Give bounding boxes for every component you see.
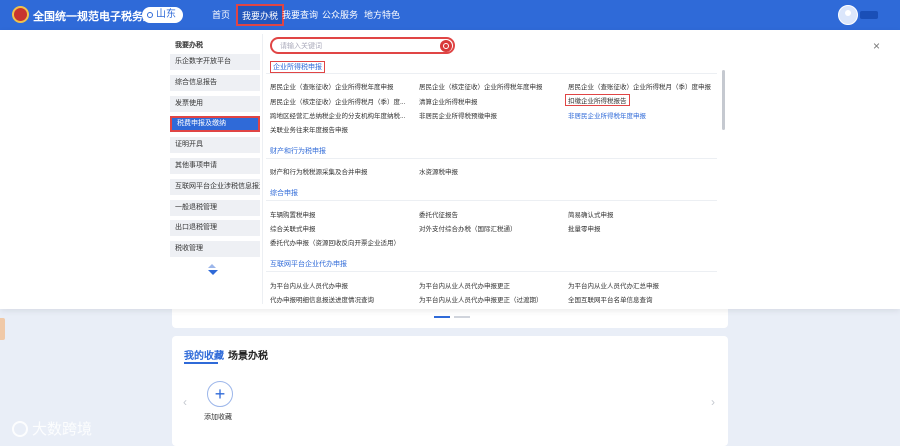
- sidebar-item[interactable]: 发票使用: [170, 96, 260, 112]
- menu-link[interactable]: 委托代办申报（资源回收反向开票企业适用）: [270, 237, 400, 247]
- menu-link[interactable]: 车辆购置税申报: [270, 209, 316, 219]
- menu-link[interactable]: 批量零申报: [568, 223, 601, 233]
- menu-link[interactable]: 委托代征报告: [419, 209, 458, 219]
- sidebar-item[interactable]: 证明开具: [170, 137, 260, 153]
- watermark-logo-icon: [12, 420, 28, 437]
- menu-link[interactable]: 为平台内从业人员代办申报: [270, 280, 348, 290]
- region-selector[interactable]: 山东: [142, 7, 183, 23]
- sidebar-item[interactable]: 税收管理: [170, 241, 260, 257]
- menu-search-input[interactable]: [280, 40, 430, 52]
- menu-link[interactable]: 非居民企业所得税年度申报: [568, 110, 646, 120]
- tab-scenario-tax[interactable]: 场景办税: [228, 347, 268, 362]
- nav-public-service[interactable]: 公众服务: [322, 0, 358, 30]
- location-pin-icon: [147, 12, 153, 18]
- region-label: 山东: [156, 9, 176, 20]
- nav-home[interactable]: 首页: [212, 0, 230, 30]
- sidebar-item[interactable]: 出口退税管理: [170, 220, 260, 236]
- section-divider: [266, 158, 717, 159]
- site-title[interactable]: 全国统一规范电子税务局: [33, 8, 154, 24]
- menu-link[interactable]: 财产和行为税税源采集及合并申报: [270, 166, 368, 176]
- watermark: 大数跨境: [12, 418, 92, 439]
- section-title: 企业所得税申报: [270, 61, 325, 73]
- arrow-left-icon[interactable]: ‹: [183, 395, 187, 409]
- add-favorite-label: 添加收藏: [204, 414, 232, 421]
- menu-link[interactable]: 代办申报明细信息报送进度情况查询: [270, 294, 374, 304]
- menu-link[interactable]: 居民企业（核定征收）企业所得税月（季）度...: [270, 96, 405, 106]
- nav-tax-handling[interactable]: 我要办税: [236, 4, 285, 26]
- username[interactable]: [860, 11, 878, 19]
- panel-divider: [262, 34, 263, 304]
- section-title: 综合申报: [270, 190, 298, 197]
- tab-my-favorites[interactable]: 我的收藏: [184, 347, 224, 362]
- menu-category-title: 我要办税: [175, 42, 203, 49]
- scroll-up-icon[interactable]: [208, 264, 216, 268]
- side-float-tab[interactable]: [0, 318, 5, 340]
- scroll-down-icon[interactable]: [208, 270, 218, 275]
- menu-link[interactable]: 清算企业所得税申报: [419, 96, 478, 106]
- section-title: 互联网平台企业代办申报: [270, 261, 347, 268]
- sidebar-item[interactable]: 一般退税管理: [170, 200, 260, 216]
- sidebar-item[interactable]: 综合信息报告: [170, 75, 260, 91]
- section-divider: [266, 271, 717, 272]
- carousel-dots[interactable]: [434, 316, 470, 318]
- close-icon[interactable]: ×: [873, 39, 880, 53]
- nav-query[interactable]: 我要查询: [282, 0, 318, 30]
- menu-link[interactable]: 综合关联式申报: [270, 223, 316, 233]
- sidebar-item[interactable]: 乐企数字开放平台: [170, 54, 260, 70]
- add-favorite-button[interactable]: +: [207, 381, 233, 407]
- sidebar-item[interactable]: 互联网平台企业涉税信息报送: [170, 179, 260, 195]
- menu-link[interactable]: 跨地区经营汇总纳税企业的分支机构年度纳税...: [270, 110, 405, 120]
- menu-link[interactable]: 为平台内从业人员代办汇总申报: [568, 280, 659, 290]
- menu-link[interactable]: 关联业务往来年度报告申报: [270, 124, 348, 134]
- sidebar-item[interactable]: 其他事项申请: [170, 158, 260, 174]
- section-divider: [266, 73, 717, 74]
- search-icon[interactable]: [440, 40, 452, 52]
- menu-link[interactable]: 水资源税申报: [419, 166, 458, 176]
- menu-link[interactable]: 居民企业（查账征收）企业所得税年度申报: [270, 81, 394, 91]
- section-divider: [266, 200, 717, 201]
- menu-link-withholding-report[interactable]: 扣缴企业所得税报告: [565, 94, 630, 106]
- tax-emblem-icon: [12, 6, 29, 23]
- top-navbar: 全国统一规范电子税务局 山东 首页 我要办税 我要查询 公众服务 地方特色: [0, 0, 900, 30]
- nav-local-features[interactable]: 地方特色: [364, 0, 400, 30]
- user-avatar[interactable]: [838, 5, 858, 25]
- menu-link[interactable]: 为平台内从业人员代办申报更正（过渡期）: [419, 294, 543, 304]
- arrow-right-icon[interactable]: ›: [711, 395, 715, 409]
- menu-link[interactable]: 全国互联网平台名单信息查询: [568, 294, 653, 304]
- menu-link[interactable]: 非居民企业所得税预缴申报: [419, 110, 497, 120]
- menu-search-box: [270, 37, 455, 54]
- menu-link[interactable]: 简易确认式申报: [568, 209, 614, 219]
- menu-link[interactable]: 居民企业（查账征收）企业所得税月（季）度申报: [568, 81, 711, 91]
- active-tab-indicator: [184, 362, 218, 364]
- menu-link[interactable]: 为平台内从业人员代办申报更正: [419, 280, 510, 290]
- watermark-text: 大数跨境: [32, 421, 93, 438]
- menu-link[interactable]: 对外支付综合办税（国际汇税通）: [419, 223, 517, 233]
- panel-scrollbar[interactable]: [722, 70, 725, 130]
- sidebar-item-tax-filing[interactable]: 税费申报及缴纳: [170, 116, 260, 132]
- section-title: 财产和行为税申报: [270, 148, 326, 155]
- menu-link[interactable]: 居民企业（核定征收）企业所得税年度申报: [419, 81, 543, 91]
